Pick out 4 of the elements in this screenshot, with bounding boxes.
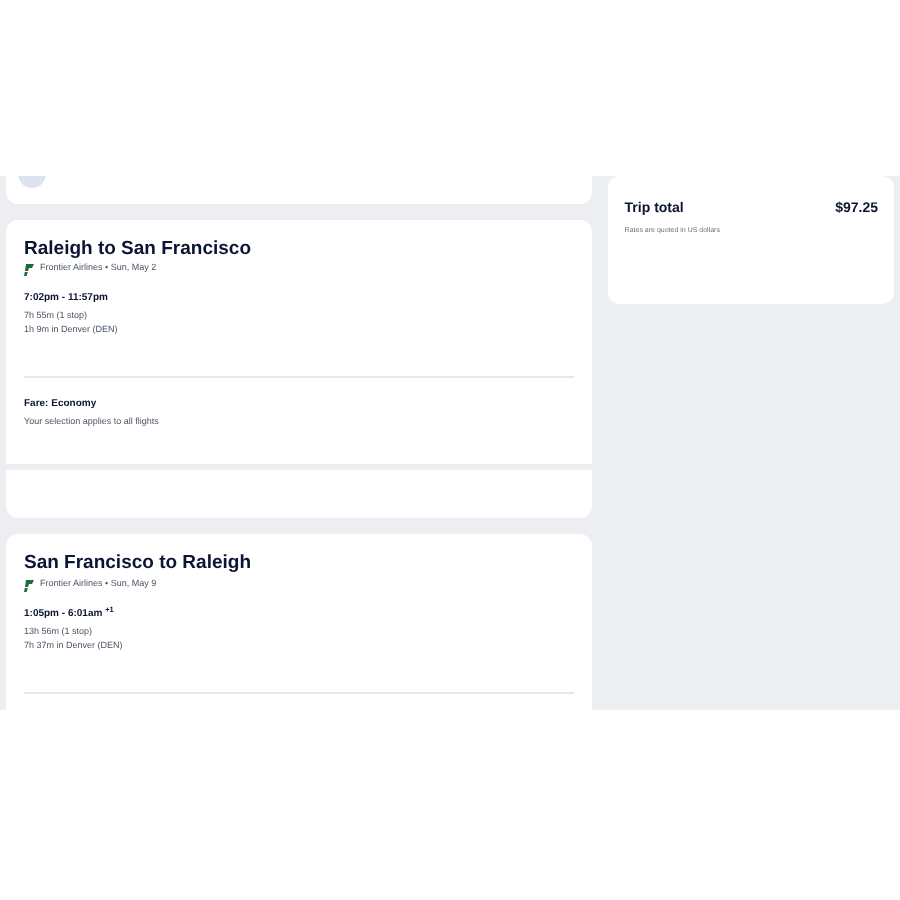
flight-route-title: Raleigh to San Francisco	[24, 237, 253, 261]
airline-logo-icon	[24, 263, 34, 276]
flight-route-title: San Francisco to Raleigh	[24, 552, 253, 577]
airline-logo-icon	[24, 579, 34, 592]
